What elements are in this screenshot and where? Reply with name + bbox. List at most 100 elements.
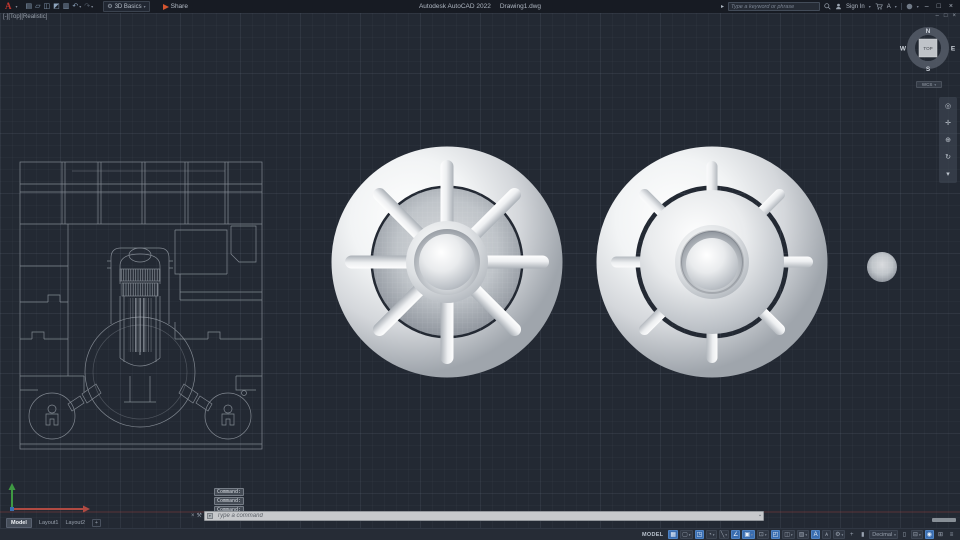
orbit-icon[interactable]: ↻ <box>941 152 955 163</box>
cart-icon[interactable] <box>875 3 883 10</box>
doc-close-button[interactable]: × <box>952 13 956 19</box>
lineweight[interactable]: ⊡▾ <box>757 530 769 539</box>
view-cube[interactable]: N S W E TOP WCS ▾ <box>898 23 958 93</box>
navigation-bar: ◎ ✛ ⊕ ↻ ▾ <box>939 97 957 183</box>
object-snap[interactable]: ▣▾ <box>742 530 754 539</box>
recent-commands-icon[interactable]: ▾ <box>207 513 213 519</box>
units[interactable]: Decimal▾ <box>869 530 898 539</box>
3d-object-snap[interactable]: ◰ <box>771 530 781 539</box>
new-layout-button[interactable]: + <box>92 519 101 527</box>
navigation-wheel-icon[interactable]: ◎ <box>941 100 955 111</box>
redo[interactable]: ↷▾ <box>84 3 93 10</box>
status-bar: MODEL ▦▢▾◳◔▾╲▾∠▣▾⊡▾◰◫▾▨▾Aᴀ⚙▾+▮Decimal▾▯⊟… <box>0 528 960 540</box>
app-logo-icon[interactable]: A <box>5 2 12 11</box>
drawing-canvas[interactable] <box>0 13 960 528</box>
document-window-controls: – □ × <box>936 13 956 19</box>
search-icon[interactable] <box>824 3 831 10</box>
annotation-scale[interactable]: ⚙▾ <box>833 530 845 539</box>
plot[interactable]: ▥ <box>63 3 70 10</box>
gear-icon: ⚙ <box>107 3 112 10</box>
command-input-bar[interactable]: ▾ ▪ <box>204 511 764 521</box>
command-input[interactable] <box>215 512 757 520</box>
doc-minimize-button[interactable]: – <box>936 13 939 19</box>
new-drawing[interactable]: ▤ <box>26 3 33 10</box>
svg-text:S: S <box>926 66 931 73</box>
svg-text:E: E <box>951 46 956 53</box>
chevron-down-icon: ▾ <box>934 83 936 87</box>
workspace-label: 3D Basics <box>115 4 142 10</box>
clean-screen[interactable]: ⊞ <box>936 530 945 539</box>
save[interactable]: ◫ <box>44 3 51 10</box>
workspace-switching[interactable]: + <box>847 530 856 539</box>
tab-model[interactable]: Model <box>6 518 32 528</box>
save-as[interactable]: ◩ <box>53 3 60 10</box>
graphics-performance[interactable]: ◉ <box>925 530 934 539</box>
navbar-more-icon[interactable]: ▾ <box>941 169 955 180</box>
autodesk-app-button[interactable]: A <box>887 4 891 10</box>
autodesk-app-chevron-icon[interactable]: ▾ <box>895 4 897 9</box>
search-input[interactable] <box>728 2 820 11</box>
isometric-drafting[interactable]: ╲▾ <box>719 530 729 539</box>
dynamic-ucs[interactable]: ◫▾ <box>782 530 794 539</box>
snap-mode[interactable]: ▢▾ <box>680 530 692 539</box>
chevron-down-icon: ▾ <box>144 4 146 9</box>
isolate-objects[interactable]: ⊟▾ <box>911 530 923 539</box>
svg-text:N: N <box>926 28 931 35</box>
user-icon[interactable] <box>835 3 842 10</box>
model-space-label[interactable]: MODEL <box>642 532 663 538</box>
help-chevron-icon[interactable]: ▾ <box>917 4 919 9</box>
viewport-visual-style-control[interactable]: [Realistic] <box>21 14 47 20</box>
ucs-icon <box>9 483 91 513</box>
zoom-icon[interactable]: ⊕ <box>941 134 955 145</box>
app-menu-chevron-icon[interactable]: ▾ <box>16 4 18 9</box>
share-icon <box>163 4 169 10</box>
tab-layout1[interactable]: Layout1 <box>39 520 59 526</box>
svg-text:W: W <box>900 46 907 53</box>
titlebar-divider <box>901 3 902 10</box>
search-expander-icon[interactable]: ▸ <box>721 3 724 10</box>
grid-display[interactable]: ▦ <box>668 530 678 539</box>
sign-in-chevron-icon[interactable]: ▾ <box>869 4 871 9</box>
close-button[interactable]: × <box>947 3 955 10</box>
viewport-view-control[interactable]: [Top] <box>8 14 21 20</box>
status-toggles: ▦▢▾◳◔▾╲▾∠▣▾⊡▾◰◫▾▨▾Aᴀ⚙▾+▮Decimal▾▯⊟▾◉⊞≡ <box>668 530 956 539</box>
tab-layout2[interactable]: Layout2 <box>65 520 85 526</box>
selection-cycling[interactable]: ▨▾ <box>797 530 809 539</box>
title-bar: A ▾ ▤▱◫◩▥↶▾↷▾ ⚙ 3D Basics ▾ Share ▸ Sign <box>0 0 960 13</box>
model-space-scene <box>0 22 960 518</box>
ortho-mode[interactable]: ◳ <box>695 530 705 539</box>
annotation-monitor[interactable]: ▮ <box>858 530 867 539</box>
maximize-button[interactable]: □ <box>935 3 943 10</box>
help-icon[interactable] <box>906 3 913 10</box>
open[interactable]: ▱ <box>35 3 40 10</box>
autoscale-annotation[interactable]: ᴀ <box>822 530 831 539</box>
statusbar-tray-strip <box>932 518 956 522</box>
command-history-line: Command: <box>214 488 244 496</box>
undo[interactable]: ↶▾ <box>72 3 81 10</box>
quick-properties[interactable]: ▯ <box>900 530 909 539</box>
layout-tab-bar: Model Layout1 Layout2 + <box>6 518 101 527</box>
torus-wheel-open-hub <box>345 160 549 364</box>
autocad-window: A ▾ ▤▱◫◩▥↶▾↷▾ ⚙ 3D Basics ▾ Share ▸ Sign <box>0 0 960 540</box>
reactor-section-2d-drawing <box>20 162 262 449</box>
sign-in-button[interactable]: Sign In <box>846 4 865 10</box>
view-cube-compass[interactable]: N S W E TOP <box>898 23 958 79</box>
command-close-icon[interactable]: × <box>191 513 195 519</box>
torus-wheel-sphere-hub <box>611 161 813 363</box>
pan-icon[interactable]: ✛ <box>941 117 955 128</box>
share-button[interactable]: Share <box>163 3 188 10</box>
small-sphere <box>867 252 897 282</box>
minimize-button[interactable]: – <box>923 3 931 10</box>
annotation-visibility[interactable]: A <box>811 530 820 539</box>
polar-tracking[interactable]: ◔▾ <box>706 530 716 539</box>
command-bar-grip-icon[interactable]: ▪ <box>759 513 761 519</box>
command-customize-icon[interactable]: ⚒ <box>197 512 202 519</box>
doc-restore-button[interactable]: □ <box>944 13 948 19</box>
command-line: × ⚒ ▾ ▪ <box>191 510 764 521</box>
object-snap-tracking[interactable]: ∠ <box>731 530 740 539</box>
quick-access-toolbar: ▤▱ ◫◩▥↶▾↷▾ <box>26 3 94 10</box>
customization[interactable]: ≡ <box>947 530 956 539</box>
wcs-dropdown[interactable]: WCS ▾ <box>916 81 942 88</box>
workspace-dropdown[interactable]: ⚙ 3D Basics ▾ <box>103 1 149 12</box>
viewport-controls: [-] [Top] [Realistic] <box>3 14 47 20</box>
